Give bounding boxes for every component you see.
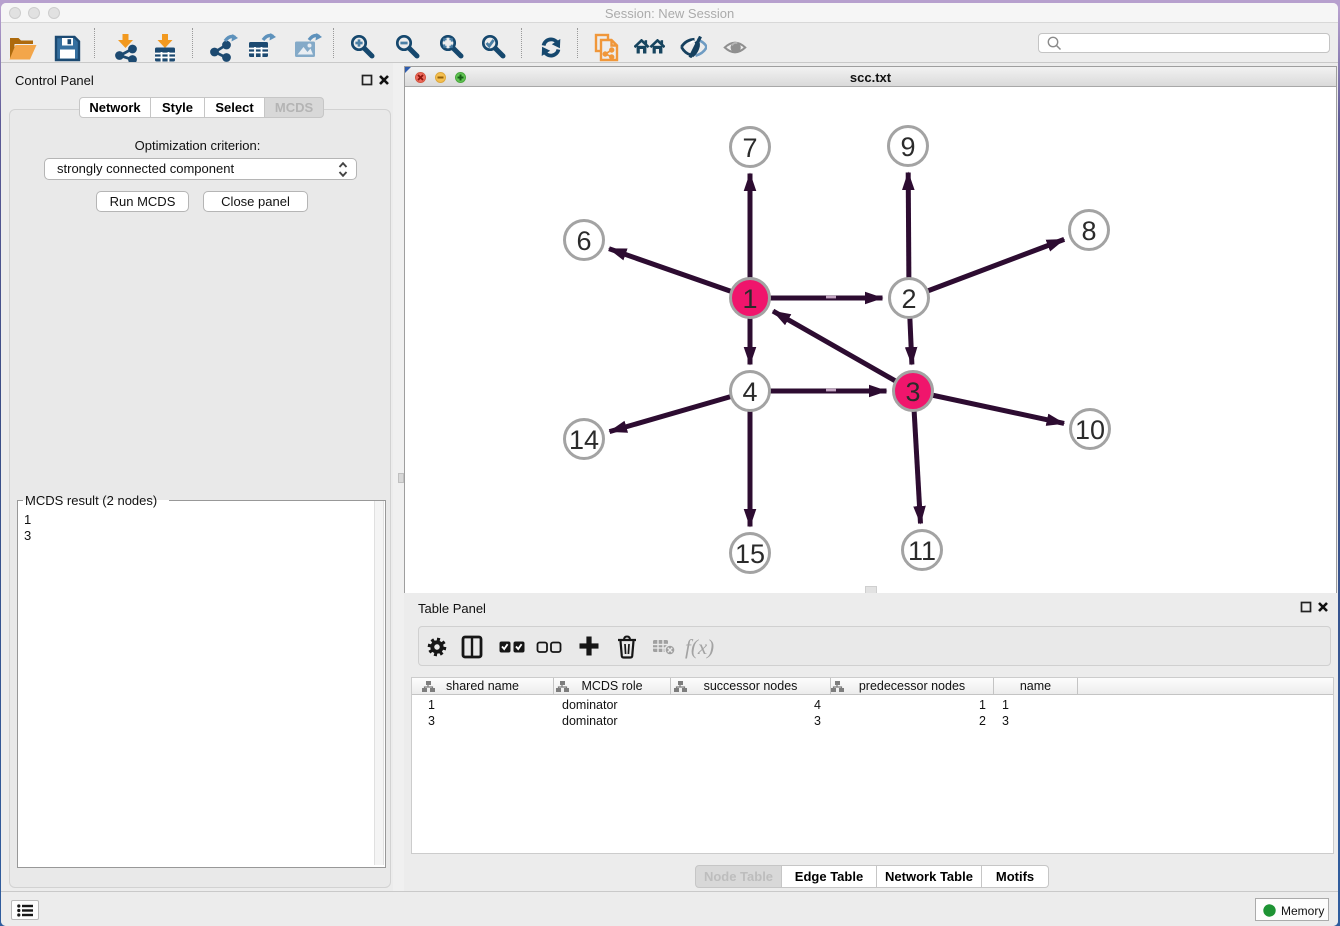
- svg-text:7: 7: [742, 133, 757, 163]
- svg-text:3: 3: [905, 377, 920, 407]
- svg-text:15: 15: [735, 539, 765, 569]
- svg-text:10: 10: [1075, 415, 1105, 445]
- svg-text:14: 14: [569, 425, 599, 455]
- svg-text:4: 4: [742, 377, 757, 407]
- svg-text:9: 9: [900, 132, 915, 162]
- svg-text:1: 1: [742, 284, 757, 314]
- svg-text:6: 6: [576, 226, 591, 256]
- svg-text:2: 2: [901, 284, 916, 314]
- svg-text:8: 8: [1081, 216, 1096, 246]
- svg-text:f(x): f(x): [685, 635, 714, 659]
- svg-text:11: 11: [908, 536, 936, 566]
